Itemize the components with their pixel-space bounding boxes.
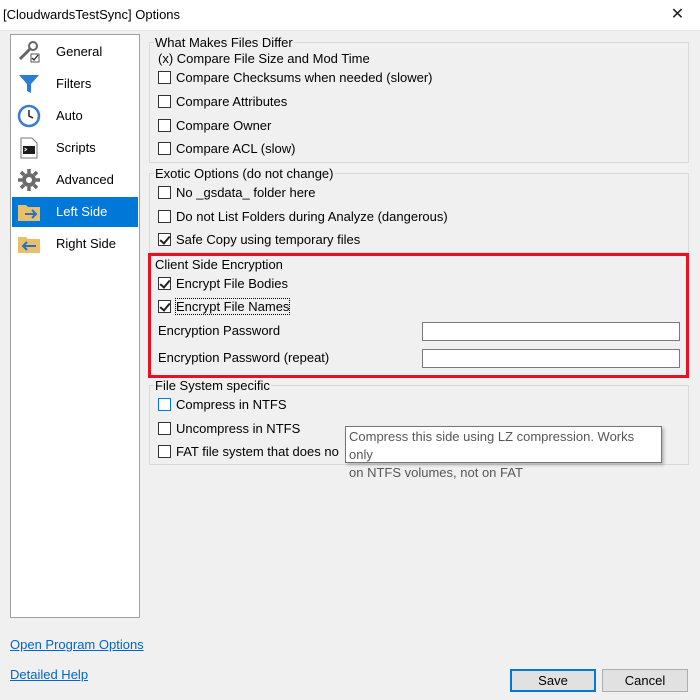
title-bar: [CloudwardsTestSync] Options ✕ [0, 0, 700, 31]
compare-attributes-checkbox[interactable] [158, 95, 171, 108]
sidebar-item-scripts[interactable]: Scripts [12, 133, 138, 163]
detailed-help-link[interactable]: Detailed Help [10, 667, 88, 682]
password-input[interactable] [422, 322, 680, 341]
encrypt-bodies-checkbox[interactable] [158, 277, 171, 290]
clock-icon [17, 104, 41, 128]
sidebar-item-advanced[interactable]: Advanced [12, 165, 138, 195]
script-icon [20, 137, 38, 159]
checkbox-label: Compare ACL (slow) [176, 141, 296, 156]
password-label: Encryption Password [158, 323, 281, 338]
gear-icon [18, 169, 40, 191]
size-modtime-option: (x) Compare File Size and Mod Time [158, 51, 370, 66]
folder-left-icon [18, 205, 40, 221]
checkbox-label: Compare Checksums when needed (slower) [176, 70, 433, 85]
encrypt-names-checkbox[interactable] [158, 300, 171, 313]
sidebar-item-left-side[interactable]: Left Side [12, 197, 138, 227]
uncompress-ntfs-checkbox[interactable] [158, 422, 171, 435]
tooltip-line: on NTFS volumes, not on FAT [349, 465, 523, 480]
compress-ntfs-checkbox[interactable] [158, 398, 171, 411]
funnel-icon [19, 75, 39, 93]
checkbox-label: No _gsdata_ folder here [176, 185, 316, 200]
checkbox-label: Compare Owner [176, 118, 272, 133]
password-repeat-input[interactable] [422, 349, 680, 368]
wrench-icon [18, 41, 40, 63]
sidebar-item-label: Filters [56, 76, 92, 91]
compare-checksums-checkbox[interactable] [158, 71, 171, 84]
checkbox-label: FAT file system that does no [176, 444, 339, 459]
fat-filesystem-checkbox[interactable] [158, 445, 171, 458]
tooltip-line: Compress this side using LZ compression.… [349, 429, 635, 462]
sidebar-item-filters[interactable]: Filters [12, 69, 138, 99]
no-list-folders-checkbox[interactable] [158, 210, 171, 223]
folder-right-icon [18, 237, 40, 253]
window-title: [CloudwardsTestSync] Options [3, 7, 181, 22]
sidebar-item-label: Left Side [56, 204, 108, 219]
sidebar-item-label: Auto [56, 108, 83, 123]
differ-group-title: What Makes Files Differ [154, 35, 294, 50]
open-program-options-link[interactable]: Open Program Options [10, 637, 144, 652]
compare-acl-checkbox[interactable] [158, 142, 171, 155]
save-button[interactable]: Save [510, 669, 596, 692]
sidebar-item-label: General [56, 44, 103, 59]
checkbox-label: Do not List Folders during Analyze (dang… [176, 209, 448, 224]
checkbox-label: Compress in NTFS [176, 397, 287, 412]
filesystem-group-title: File System specific [154, 378, 271, 393]
sidebar-item-general[interactable]: General [12, 37, 138, 67]
exotic-group-title: Exotic Options (do not change) [154, 166, 335, 181]
checkbox-label: Encrypt File Bodies [176, 276, 288, 291]
checkbox-label: Compare Attributes [176, 94, 288, 109]
checkbox-label: Encrypt File Names [174, 298, 291, 315]
options-sidebar: General Filters Auto Scripts Advanced Le… [10, 34, 140, 618]
compare-owner-checkbox[interactable] [158, 119, 171, 132]
checkbox-label: Safe Copy using temporary files [176, 232, 361, 247]
sidebar-item-auto[interactable]: Auto [12, 101, 138, 131]
safe-copy-checkbox[interactable] [158, 233, 171, 246]
sidebar-item-label: Advanced [56, 172, 114, 187]
encryption-group-title: Client Side Encryption [154, 257, 284, 272]
no-gsdata-checkbox[interactable] [158, 186, 171, 199]
close-icon[interactable]: ✕ [655, 0, 700, 30]
sidebar-item-label: Scripts [56, 140, 96, 155]
cancel-button[interactable]: Cancel [602, 669, 688, 692]
compress-tooltip: Compress this side using LZ compression.… [345, 426, 662, 480]
sidebar-item-label: Right Side [56, 236, 116, 251]
checkbox-label: Uncompress in NTFS [176, 421, 301, 436]
password-repeat-label: Encryption Password (repeat) [158, 350, 330, 365]
sidebar-item-right-side[interactable]: Right Side [12, 229, 138, 259]
